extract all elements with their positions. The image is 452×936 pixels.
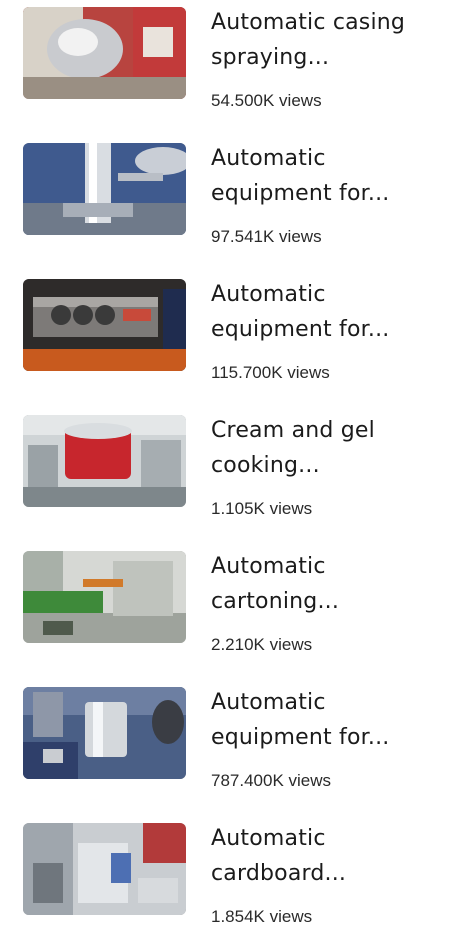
video-title[interactable]: Automatic equipment for... <box>211 277 446 347</box>
video-item[interactable]: Automatic cartoning... 2.210K views <box>0 544 452 664</box>
video-thumbnail[interactable] <box>23 7 186 99</box>
video-title[interactable]: Automatic cartoning... <box>211 549 446 619</box>
video-item[interactable]: Cream and gel cooking... 1.105K views <box>0 408 452 528</box>
thumbnail-image <box>23 7 186 99</box>
video-item[interactable]: Automatic cardboard... 1.854K views <box>0 816 452 936</box>
video-title[interactable]: Automatic equipment for... <box>211 141 446 211</box>
video-thumbnail[interactable] <box>23 415 186 507</box>
thumbnail-image <box>23 687 186 779</box>
view-count: 787.400K views <box>211 771 332 790</box>
view-count: 1.854K views <box>211 907 313 926</box>
video-item[interactable]: Automatic equipment for... 115.700K view… <box>0 272 452 392</box>
thumbnail-image <box>23 279 186 371</box>
view-count: 97.541K views <box>211 227 322 246</box>
thumbnail-image <box>23 415 186 507</box>
view-count: 115.700K views <box>211 363 330 382</box>
video-thumbnail[interactable] <box>23 687 186 779</box>
video-item[interactable]: Automatic casing spraying... 54.500K vie… <box>0 0 452 120</box>
view-count: 1.105K views <box>211 499 313 518</box>
video-item[interactable]: Automatic equipment for... 97.541K views <box>0 136 452 256</box>
video-title[interactable]: Automatic casing spraying... <box>211 5 446 75</box>
thumbnail-image <box>23 551 186 643</box>
video-thumbnail[interactable] <box>23 279 186 371</box>
view-count: 2.210K views <box>211 635 313 654</box>
thumbnail-image <box>23 143 186 235</box>
video-thumbnail[interactable] <box>23 551 186 643</box>
video-thumbnail[interactable] <box>23 143 186 235</box>
video-title[interactable]: Cream and gel cooking... <box>211 413 446 483</box>
video-item[interactable]: Automatic equipment for... 787.400K view… <box>0 680 452 800</box>
video-title[interactable]: Automatic equipment for... <box>211 685 446 755</box>
view-count: 54.500K views <box>211 91 322 110</box>
thumbnail-image <box>23 823 186 915</box>
video-title[interactable]: Automatic cardboard... <box>211 821 446 891</box>
video-thumbnail[interactable] <box>23 823 186 915</box>
